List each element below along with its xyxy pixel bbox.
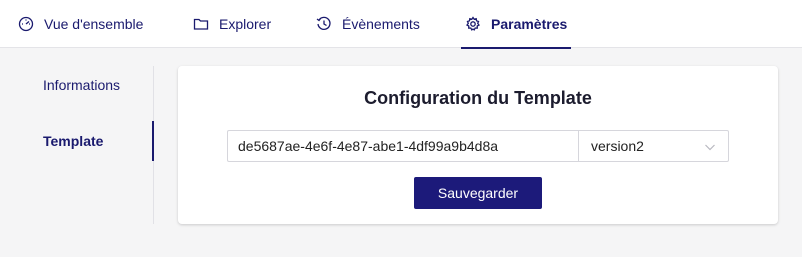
tab-settings-label: Paramètres — [491, 16, 568, 32]
main-tab-bar: Vue d'ensemble Explorer Évènements Param… — [0, 0, 802, 49]
dashboard-icon — [18, 16, 34, 32]
history-icon — [316, 16, 332, 32]
sidebar-active-indicator — [152, 121, 154, 161]
sidebar-item-informations[interactable]: Informations — [43, 77, 120, 93]
version-select[interactable]: version2 — [578, 130, 729, 162]
tab-events[interactable]: Évènements — [316, 0, 420, 48]
template-id-input[interactable] — [227, 130, 579, 162]
version-select-value: version2 — [591, 138, 644, 154]
tab-explorer[interactable]: Explorer — [193, 0, 271, 48]
folder-icon — [193, 16, 209, 32]
tab-settings[interactable]: Paramètres — [460, 0, 572, 49]
settings-side-menu: Informations Template — [0, 66, 154, 224]
template-config-card: Configuration du Template version2 Sauve… — [178, 66, 778, 224]
chevron-down-icon — [704, 140, 716, 152]
tab-events-label: Évènements — [342, 16, 420, 32]
gear-icon — [465, 16, 481, 32]
tab-overview-label: Vue d'ensemble — [44, 16, 144, 32]
save-button[interactable]: Sauvegarder — [414, 177, 542, 209]
card-title: Configuration du Template — [364, 88, 592, 108]
tab-overview[interactable]: Vue d'ensemble — [18, 0, 143, 48]
sidebar-item-template[interactable]: Template — [43, 133, 103, 149]
tab-explorer-label: Explorer — [219, 16, 272, 32]
